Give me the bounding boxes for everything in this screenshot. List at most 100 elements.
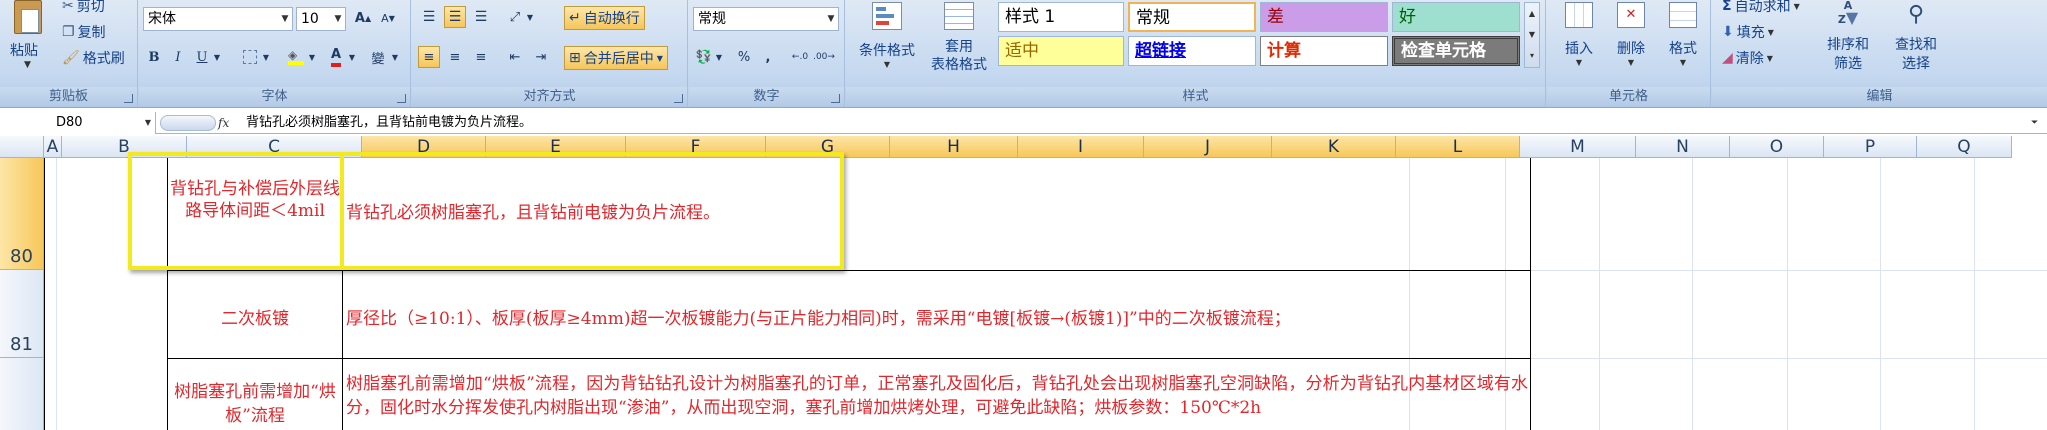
comma-button[interactable]: ,	[757, 46, 779, 68]
borders-dropdown[interactable]: ▼	[260, 46, 272, 68]
worksheet-grid[interactable]: 背钻孔与补偿后外层线路导体间距＜4mil 背钻孔必须树脂塞孔，且背钻前电镀为负片…	[44, 152, 2047, 430]
copy-button[interactable]: ❐ 复制	[62, 22, 106, 42]
align-right-button[interactable]: ≡	[470, 46, 492, 68]
style-cell-neutral[interactable]: 适中	[998, 36, 1124, 66]
merge-center-button[interactable]: ⊞ 合并后居中 ▼	[564, 46, 668, 70]
number-format-value: 常规	[698, 11, 726, 27]
fill-color-button[interactable]: ◈	[285, 46, 307, 68]
column-header-l[interactable]: L	[1396, 136, 1520, 158]
fill-color-dropdown[interactable]: ▼	[306, 46, 318, 68]
shrink-font-button[interactable]: A ▼	[377, 7, 399, 29]
align-center-button[interactable]: ≡	[444, 46, 466, 68]
find-select-label: 查找和 选择	[1895, 37, 1937, 72]
font-size-value: 10	[301, 11, 319, 27]
style-cell-style1[interactable]: 样式 1	[998, 2, 1124, 32]
style-cell-label: 好	[1399, 7, 1416, 27]
grow-font-button[interactable]: A ▲	[352, 7, 374, 29]
font-size-combo[interactable]: 10 ▼	[296, 7, 346, 31]
phonetic-dropdown[interactable]: ▼	[389, 46, 401, 68]
align-bottom-button[interactable]: ☰	[470, 6, 492, 28]
cut-button[interactable]: ✂ 剪切	[62, 0, 105, 16]
formula-input[interactable]: 背钻孔必须树脂塞孔，且背钻前电镀为负片流程。	[246, 112, 2026, 134]
underline-button[interactable]: U	[191, 46, 213, 68]
wrap-text-button[interactable]: ↵ 自动换行	[564, 6, 645, 30]
name-box[interactable]: D80 ▼	[0, 112, 156, 134]
row-header-81[interactable]: 81	[0, 270, 44, 358]
align-left-button[interactable]: ≡	[418, 46, 440, 68]
style-cell-hyperlink[interactable]: 超链接	[1128, 36, 1256, 66]
insert-function-button[interactable]: fx	[218, 114, 236, 132]
row-header-82[interactable]	[0, 358, 44, 430]
column-header-h[interactable]: H	[890, 136, 1018, 158]
borders-button[interactable]	[239, 46, 261, 68]
find-select-button[interactable]: ⚲ 查找和 选择	[1884, 0, 1948, 74]
cell-D82[interactable]: 树脂塞孔前需增加“烘板”流程，因为背钻钻孔设计为树脂塞孔的订单，正常塞孔及固化后…	[346, 372, 1528, 420]
font-color-button[interactable]: A	[325, 46, 347, 68]
bold-button[interactable]: B	[143, 46, 165, 68]
style-cell-check[interactable]: 检查单元格	[1392, 36, 1520, 66]
increase-indent-button[interactable]: ⇥	[530, 46, 552, 68]
italic-button[interactable]: I	[167, 46, 189, 68]
column-header-k[interactable]: K	[1272, 136, 1396, 158]
formula-bar: D80 ▼ fx 背钻孔必须树脂塞孔，且背钻前电镀为负片流程。 ⏷	[0, 112, 2047, 134]
sort-filter-button[interactable]: A Z▼ 排序和 筛选	[1816, 0, 1880, 74]
autosum-button[interactable]: Σ 自动求和 ▼	[1722, 0, 1800, 16]
style-cell-bad[interactable]: 差	[1260, 2, 1388, 32]
font-launcher[interactable]	[397, 94, 406, 103]
column-header-j[interactable]: J	[1144, 136, 1272, 158]
column-header-a[interactable]: A	[44, 136, 62, 158]
style-cell-good[interactable]: 好	[1392, 2, 1520, 32]
accounting-dropdown[interactable]: ▼	[713, 46, 725, 68]
increase-decimal-icon: ←.0	[791, 52, 809, 62]
column-header-i[interactable]: I	[1018, 136, 1144, 158]
clear-button[interactable]: ◢ 清除 ▼	[1722, 48, 1773, 68]
align-middle-button[interactable]: ☰	[444, 6, 466, 28]
column-header-p[interactable]: P	[1824, 136, 1917, 158]
row-header-80[interactable]: 80	[0, 158, 44, 270]
font-name-combo[interactable]: 宋体 ▼	[143, 7, 293, 31]
number-format-combo[interactable]: 常规 ▼	[693, 7, 839, 31]
conditional-format-button[interactable]: 条件格式 ▼	[854, 0, 920, 84]
formula-bar-splitter[interactable]	[160, 115, 216, 131]
expand-formula-bar-button[interactable]: ⏷	[2031, 114, 2045, 132]
font-color-icon: A	[330, 47, 342, 67]
decrease-indent-button[interactable]: ⇤	[504, 46, 526, 68]
cell-C81[interactable]: 二次板镀	[168, 304, 342, 329]
style-cell-calculation[interactable]: 计算	[1260, 36, 1388, 66]
format-as-table-label: 套用 表格格式	[931, 39, 987, 73]
insert-button[interactable]: 插入 ▼	[1555, 0, 1603, 67]
percent-button[interactable]: %	[733, 46, 755, 68]
column-header-o[interactable]: O	[1730, 136, 1824, 158]
select-all-corner[interactable]	[0, 136, 44, 158]
column-header-q[interactable]: Q	[1917, 136, 2012, 158]
font-color-dropdown[interactable]: ▼	[346, 46, 358, 68]
cell-C82[interactable]: 树脂塞孔前需增加“烘板”流程	[168, 380, 342, 428]
column-header-n[interactable]: N	[1636, 136, 1730, 158]
phonetic-button[interactable]: 變	[367, 46, 389, 68]
align-top-button[interactable]: ☰	[418, 6, 440, 28]
underline-dropdown[interactable]: ▼	[211, 46, 223, 68]
delete-button[interactable]: ✕ 删除 ▼	[1607, 0, 1655, 67]
format-painter-button[interactable]: 🖌 格式刷	[62, 48, 125, 68]
clipboard-launcher[interactable]	[124, 94, 133, 103]
format-cells-button[interactable]: 格式 ▼	[1659, 0, 1707, 67]
styles-gallery-scroll[interactable]: ▲ ▼ ▾	[1524, 2, 1540, 68]
highlight-box-divider	[340, 156, 344, 266]
accounting-format-button[interactable]: 💱	[693, 46, 715, 68]
decrease-decimal-button[interactable]: .00→	[813, 46, 835, 68]
format-as-table-button[interactable]: 套用 表格格式	[928, 0, 990, 84]
alignment-launcher[interactable]	[674, 94, 683, 103]
cell-D81[interactable]: 厚径比（≥10:1）、板厚(板厚≥4mm)超一次板镀能力(与正片能力相同)时，需…	[346, 304, 1526, 329]
fill-button[interactable]: ⬇ 填充 ▼	[1722, 22, 1774, 42]
brush-icon: 🖌	[62, 50, 80, 66]
font-group-label: 字体	[139, 87, 410, 107]
orientation-dropdown[interactable]: ▼	[524, 6, 536, 28]
orientation-button[interactable]: ⤢	[504, 6, 526, 28]
increase-decimal-button[interactable]: ←.0	[789, 46, 811, 68]
style-cell-normal[interactable]: 常规	[1128, 2, 1256, 32]
paste-button[interactable]: 粘贴 ▼	[6, 0, 50, 80]
number-launcher[interactable]	[831, 94, 840, 103]
autosum-label: 自动求和	[1734, 0, 1791, 15]
style-cell-label: 样式 1	[1005, 7, 1056, 27]
column-header-m[interactable]: M	[1520, 136, 1636, 158]
